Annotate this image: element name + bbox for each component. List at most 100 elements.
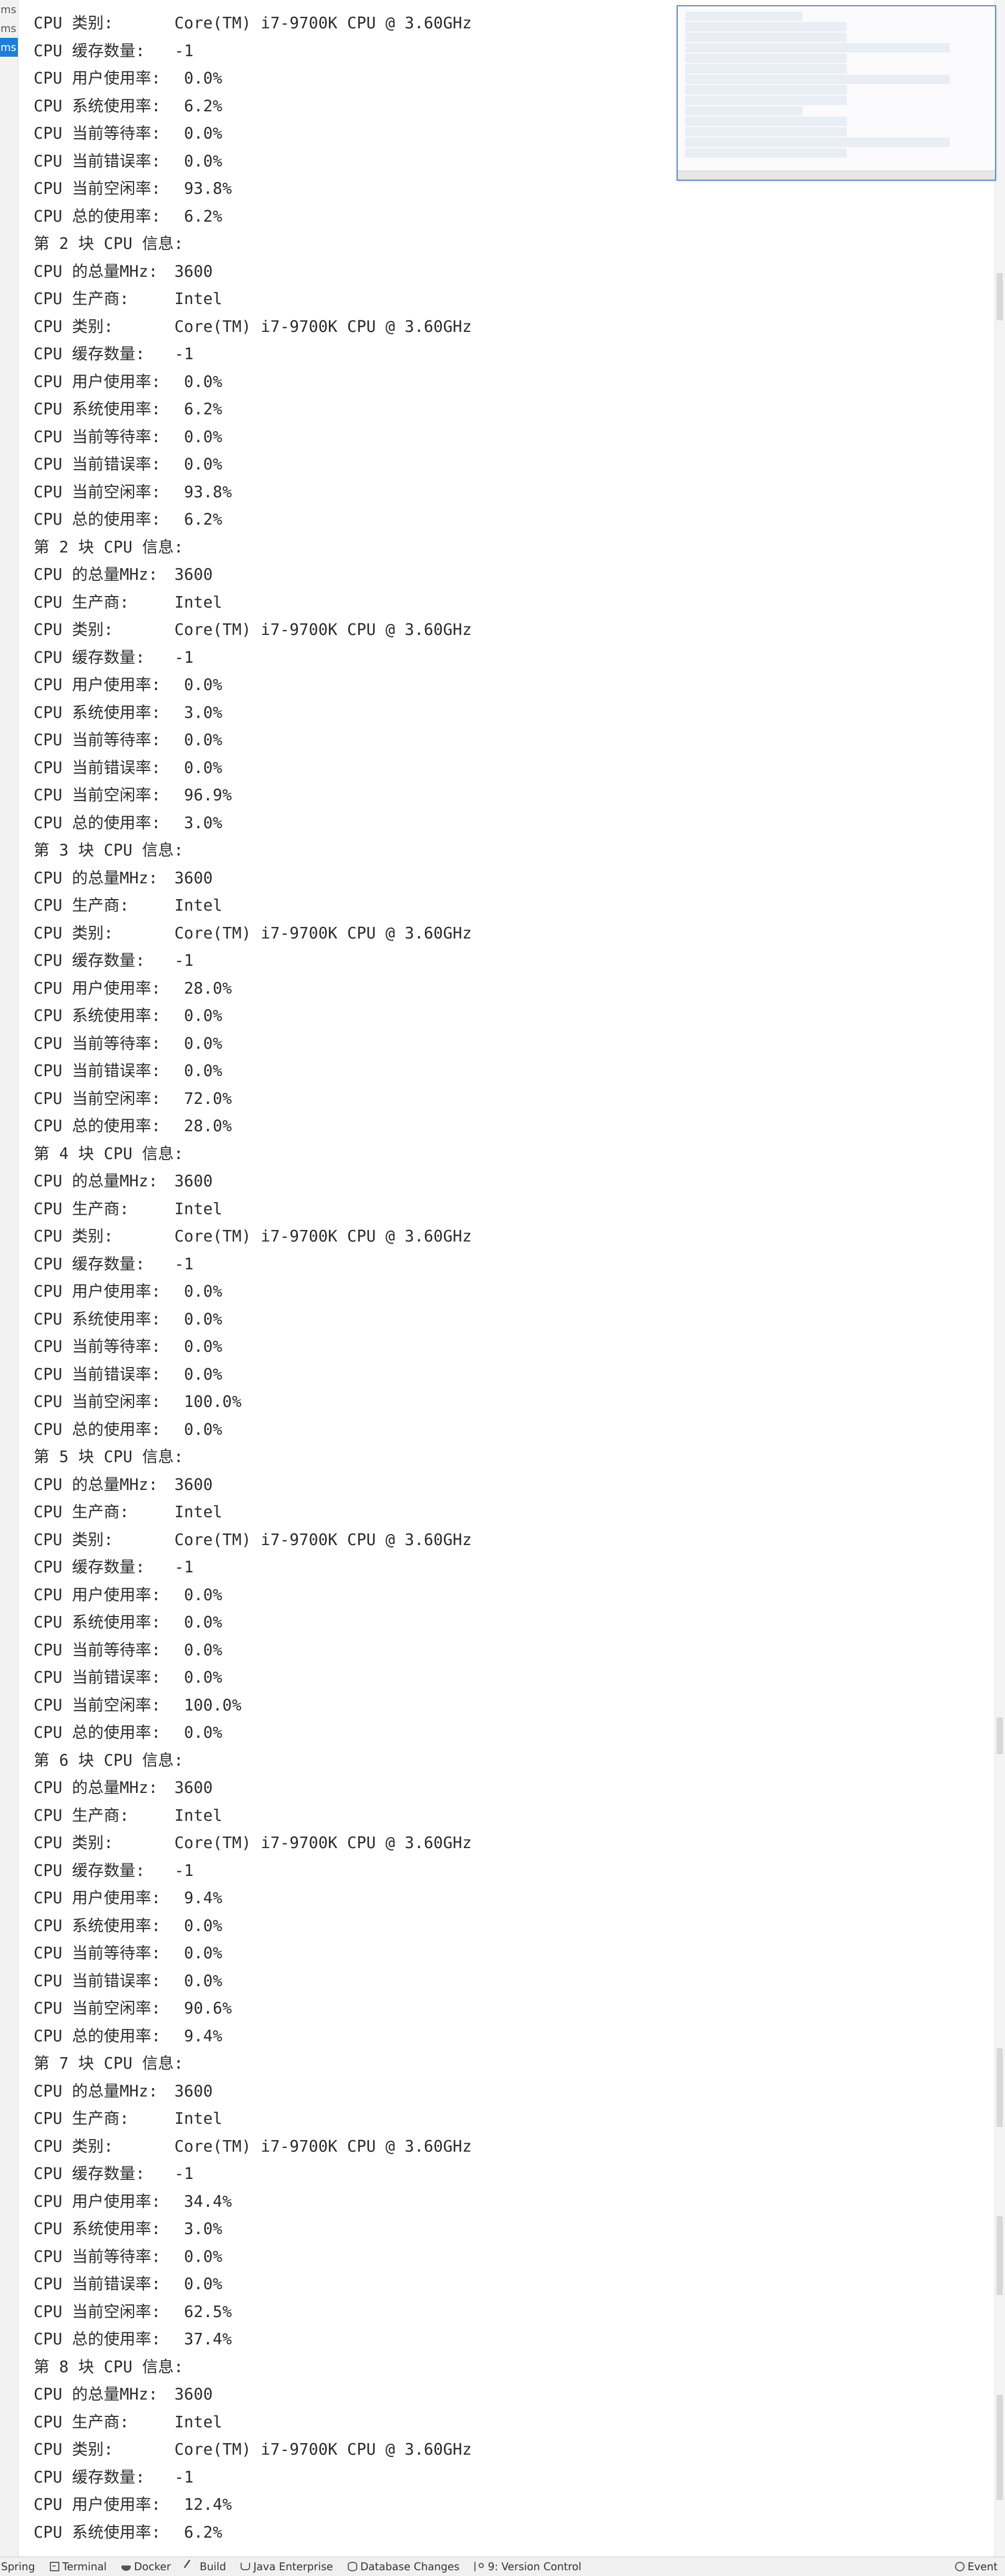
- console-line-value: 93.8%: [174, 483, 232, 502]
- console-line: CPU 类别: Core(TM) i7-9700K CPU @ 3.60GHz: [34, 1223, 472, 1251]
- console-line-label: CPU 生产商:: [34, 1200, 129, 1218]
- scroll-marker: [997, 2395, 1003, 2500]
- console-line-label: CPU 当前空闲率:: [34, 2302, 161, 2321]
- console-line-label: 第 7 块 CPU 信息:: [34, 2054, 184, 2073]
- console-line: CPU 总的使用率: 37.4%: [34, 2326, 472, 2354]
- console-line-value: 12.4%: [174, 2496, 232, 2514]
- console-line-label: CPU 当前错误率:: [34, 2275, 161, 2293]
- console-line: CPU 生产商: Intel: [34, 1499, 472, 1527]
- console-line-value: -1: [174, 1255, 194, 1274]
- console-line-label: CPU 当前错误率:: [34, 1972, 161, 1990]
- console-line: CPU 系统使用率: 0.0%: [34, 1913, 472, 1941]
- preview-toolbar: [678, 171, 995, 180]
- console-line: CPU 总的使用率: 0.0%: [34, 1719, 472, 1747]
- console-line: CPU 用户使用率: 28.0%: [34, 975, 472, 1003]
- console-line-value: Core(TM) i7-9700K CPU @ 3.60GHz: [174, 317, 472, 336]
- gutter-item[interactable]: ms: [0, 0, 18, 19]
- console-line: CPU 系统使用率: 6.2%: [34, 2519, 472, 2547]
- console-line-label: CPU 当前空闲率:: [34, 180, 161, 198]
- console-line-value: 0.0%: [174, 152, 223, 171]
- console-line-label: 第 4 块 CPU 信息:: [34, 1144, 184, 1163]
- console-line: CPU 生产商: Intel: [34, 1196, 472, 1224]
- console-line: CPU 当前错误率: 0.0%: [34, 755, 472, 783]
- tool-window-9-version-control[interactable]: 9: Version Control: [467, 2557, 589, 2576]
- console-line-value: 0.0%: [174, 1972, 223, 1990]
- tool-window-build[interactable]: Build: [178, 2557, 233, 2576]
- console-line-label: CPU 用户使用率:: [34, 2496, 161, 2514]
- console-line-label: CPU 生产商:: [34, 2110, 129, 2128]
- console-line-value: 6.2%: [174, 2523, 223, 2542]
- console-line-label: CPU 类别:: [34, 1530, 113, 1549]
- console-line-label: CPU 用户使用率:: [34, 69, 161, 88]
- tool-window-spring[interactable]: Spring: [0, 2557, 43, 2576]
- console-line: CPU 缓存数量: -1: [34, 1858, 472, 1885]
- console-line: CPU 类别: Core(TM) i7-9700K CPU @ 3.60GHz: [34, 1830, 472, 1858]
- console-line: 第 7 块 CPU 信息:: [34, 2050, 472, 2078]
- tool-window-label: Event: [967, 2560, 998, 2573]
- console-output[interactable]: CPU 类别: Core(TM) i7-9700K CPU @ 3.60GHz CP…: [18, 0, 995, 2557]
- console-line-value: Core(TM) i7-9700K CPU @ 3.60GHz: [174, 2137, 472, 2156]
- console-line-label: CPU 总的使用率:: [34, 207, 161, 226]
- preview-line: [685, 106, 803, 116]
- console-line-value: 93.8%: [174, 180, 232, 198]
- console-line: CPU 当前空闲率: 100.0%: [34, 1692, 472, 1720]
- console-line-value: Intel: [174, 1503, 223, 1521]
- console-line: CPU 的总量MHz: 3600: [34, 258, 472, 286]
- vertical-scrollbar[interactable]: [994, 0, 1005, 2557]
- tool-window-java-enterprise[interactable]: Java Enterprise: [233, 2557, 340, 2576]
- console-line-value: Core(TM) i7-9700K CPU @ 3.60GHz: [174, 2441, 472, 2459]
- console-line-label: CPU 当前等待率:: [34, 427, 161, 446]
- console-line: CPU 当前错误率: 0.0%: [34, 451, 472, 479]
- console-line: CPU 缓存数量: -1: [34, 341, 472, 369]
- tool-window-terminal[interactable]: Terminal: [43, 2557, 115, 2576]
- console-line-label: CPU 总的使用率:: [34, 2330, 161, 2349]
- console-line-value: 0.0%: [174, 1282, 223, 1301]
- console-line-value: 100.0%: [174, 1393, 242, 1411]
- console-line: CPU 用户使用率: 0.0%: [34, 369, 472, 397]
- preview-line: [685, 12, 803, 21]
- scroll-marker: [997, 273, 1003, 320]
- console-line-label: CPU 当前等待率:: [34, 1641, 161, 1660]
- console-line-label: CPU 缓存数量:: [34, 2468, 146, 2487]
- preview-line: [685, 22, 847, 32]
- preview-line: [685, 127, 847, 137]
- preview-line: [685, 33, 847, 42]
- preview-line: [685, 85, 847, 95]
- gutter-item[interactable]: ms: [0, 38, 18, 57]
- console-line-label: CPU 类别:: [34, 924, 113, 943]
- preview-line: [685, 148, 847, 158]
- console-line-value: 0.0%: [174, 1641, 223, 1660]
- console-line-label: CPU 用户使用率:: [34, 979, 161, 998]
- console-line: CPU 缓存数量: -1: [34, 644, 472, 672]
- console-line-value: 3600: [174, 2082, 213, 2101]
- console-line-value: 3600: [174, 1475, 213, 1494]
- console-preview-thumbnail[interactable]: [677, 5, 996, 181]
- console-line-label: CPU 类别:: [34, 14, 113, 33]
- console-line: CPU 系统使用率: 6.2%: [34, 93, 472, 121]
- tool-window-database-changes[interactable]: Database Changes: [340, 2557, 467, 2576]
- tool-window-event[interactable]: Event: [948, 2557, 1005, 2576]
- console-line-value: 0.0%: [174, 1586, 223, 1604]
- console-line: CPU 生产商: Intel: [34, 1802, 472, 1830]
- console-line-value: 3600: [174, 1172, 213, 1191]
- gutter-item[interactable]: ms: [0, 19, 18, 38]
- console-line-label: CPU 缓存数量:: [34, 1558, 146, 1577]
- console-line-value: Core(TM) i7-9700K CPU @ 3.60GHz: [174, 1530, 472, 1549]
- console-line: CPU 当前等待率: 0.0%: [34, 424, 472, 452]
- console-line: CPU 用户使用率: 9.4%: [34, 1885, 472, 1913]
- tool-window-label: Terminal: [62, 2560, 107, 2573]
- console-line-value: 0.0%: [174, 1668, 223, 1687]
- console-line-label: CPU 总的使用率:: [34, 1724, 161, 1742]
- tool-window-docker[interactable]: Docker: [114, 2557, 178, 2576]
- console-line-label: CPU 类别:: [34, 1834, 113, 1852]
- console-line-label: CPU 类别:: [34, 1227, 113, 1246]
- console-line: CPU 的总量MHz: 3600: [34, 561, 472, 589]
- console-line-label: 第 2 块 CPU 信息:: [34, 235, 184, 253]
- console-line-label: CPU 当前错误率:: [34, 1668, 161, 1687]
- console-line: CPU 的总量MHz: 3600: [34, 1168, 472, 1196]
- console-line-value: 0.0%: [174, 455, 223, 474]
- console-line-value: Intel: [174, 896, 223, 915]
- console-line: CPU 当前等待率: 0.0%: [34, 1030, 472, 1058]
- console-line: CPU 当前空闲率: 93.8%: [34, 479, 472, 507]
- console-line-label: CPU 缓存数量:: [34, 1861, 146, 1880]
